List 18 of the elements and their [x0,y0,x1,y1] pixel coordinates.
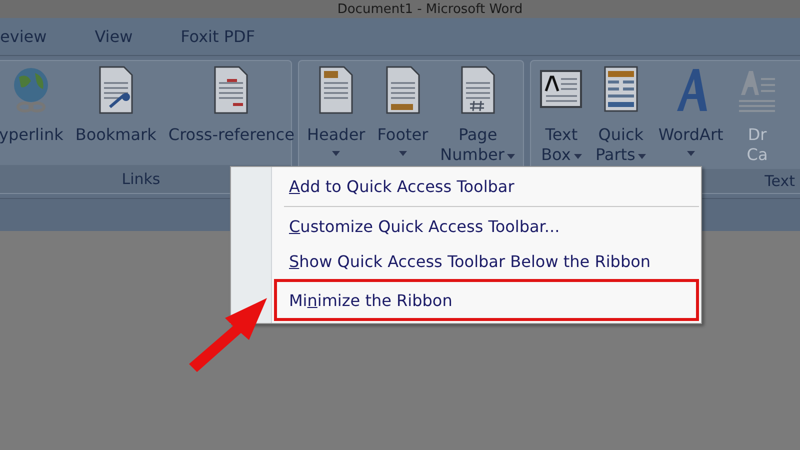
ribbon-button[interactable]: Quick Parts [591,61,650,169]
ribbon-button[interactable]: Cross-reference [164,61,298,165]
menu-item[interactable]: Add to Quick Access Toolbar [274,169,699,204]
ribbon-tab[interactable]: Foxit PDF [170,23,266,50]
ribbon-button[interactable]: Footer [373,61,432,169]
window-title: Document1 - Microsoft Word [337,2,523,18]
menu-item[interactable]: Customize Quick Access Toolbar... [274,209,699,244]
menu-item[interactable]: Minimize the Ribbon [274,279,699,321]
ribbon-button[interactable]: Bookmark [71,61,160,165]
menu-item[interactable]: Show Quick Access Toolbar Below the Ribbon [274,244,699,279]
ribbon-button[interactable]: Header [303,61,370,169]
group-label: Links [122,170,160,188]
group-label: Text [764,172,795,190]
ribbon-tab[interactable]: eview [0,23,57,50]
ribbon-button[interactable]: Text Box [535,61,588,169]
ribbon-tab[interactable]: View [84,23,143,50]
ribbon-button[interactable]: WordArt [654,61,728,169]
ribbon-button[interactable]: Page Number [436,61,520,169]
